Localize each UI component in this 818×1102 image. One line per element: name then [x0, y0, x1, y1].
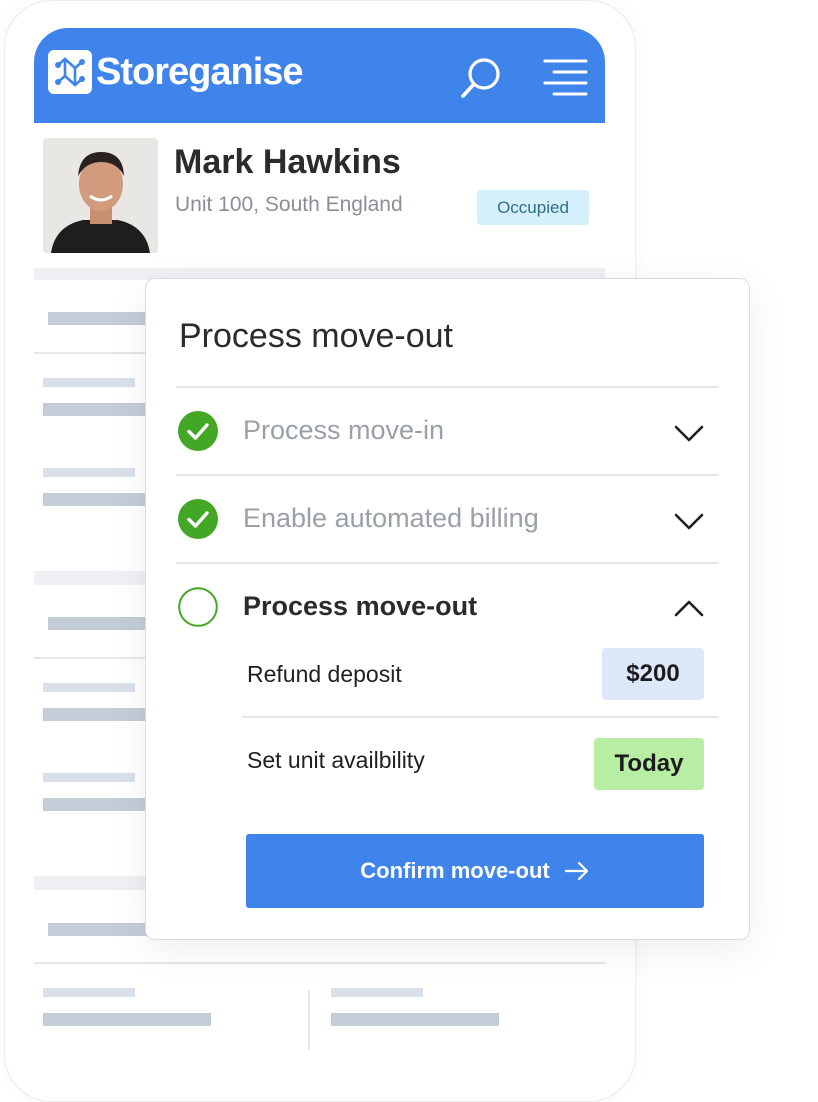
placeholder-line	[43, 798, 153, 811]
placeholder-line	[43, 988, 135, 997]
placeholder-line	[43, 403, 153, 416]
unit-location: Unit 100, South England	[175, 193, 403, 216]
placeholder-line	[331, 988, 423, 997]
customer-name: Mark Hawkins	[174, 143, 401, 181]
logo-icon	[48, 50, 92, 94]
step-enable-billing[interactable]: Enable automated billing	[176, 476, 719, 562]
step-process-move-in[interactable]: Process move-in	[176, 388, 719, 474]
divider	[308, 990, 310, 1050]
status-badge: Occupied	[477, 190, 589, 225]
app-header: Storeganise	[34, 28, 605, 123]
availability-date[interactable]: Today	[594, 738, 704, 790]
menu-icon[interactable]	[542, 57, 588, 97]
refund-deposit-label: Refund deposit	[247, 661, 402, 687]
confirm-move-out-button[interactable]: Confirm move-out	[246, 834, 704, 908]
check-circle-icon	[178, 499, 218, 539]
divider	[242, 716, 719, 718]
divider	[34, 962, 605, 964]
chevron-down-icon[interactable]	[674, 418, 704, 448]
placeholder-line	[43, 773, 135, 782]
move-out-card: Process move-out Process move-in Enable …	[145, 278, 750, 940]
arrow-right-icon	[564, 861, 588, 881]
placeholder-line	[48, 617, 148, 630]
unit-availability-label: Set unit availbility	[247, 747, 425, 773]
step-label: Process move-out	[243, 591, 478, 621]
card-title: Process move-out	[179, 317, 453, 355]
step-process-move-out[interactable]: Process move-out	[176, 564, 719, 650]
step-label: Process move-in	[243, 415, 445, 445]
placeholder-line	[43, 708, 153, 721]
placeholder-line	[43, 1013, 211, 1026]
chevron-down-icon[interactable]	[674, 506, 704, 536]
placeholder-line	[43, 493, 153, 506]
confirm-label: Confirm move-out	[360, 858, 550, 883]
step-label: Enable automated billing	[243, 503, 539, 533]
avatar	[43, 138, 158, 253]
placeholder-line	[48, 923, 148, 936]
refund-amount[interactable]: $200	[602, 648, 704, 700]
check-circle-icon	[178, 411, 218, 451]
placeholder-line	[43, 683, 135, 692]
placeholder-line	[48, 312, 148, 325]
customer-profile: Mark Hawkins Unit 100, South England Occ…	[34, 123, 605, 268]
placeholder-line	[331, 1013, 499, 1026]
chevron-up-icon[interactable]	[674, 594, 704, 624]
search-icon[interactable]	[459, 56, 503, 100]
placeholder-line	[43, 378, 135, 387]
placeholder-line	[43, 468, 135, 477]
logo-text: Storeganise	[96, 50, 304, 93]
empty-circle-icon	[178, 587, 218, 627]
logo[interactable]: Storeganise	[48, 50, 304, 94]
